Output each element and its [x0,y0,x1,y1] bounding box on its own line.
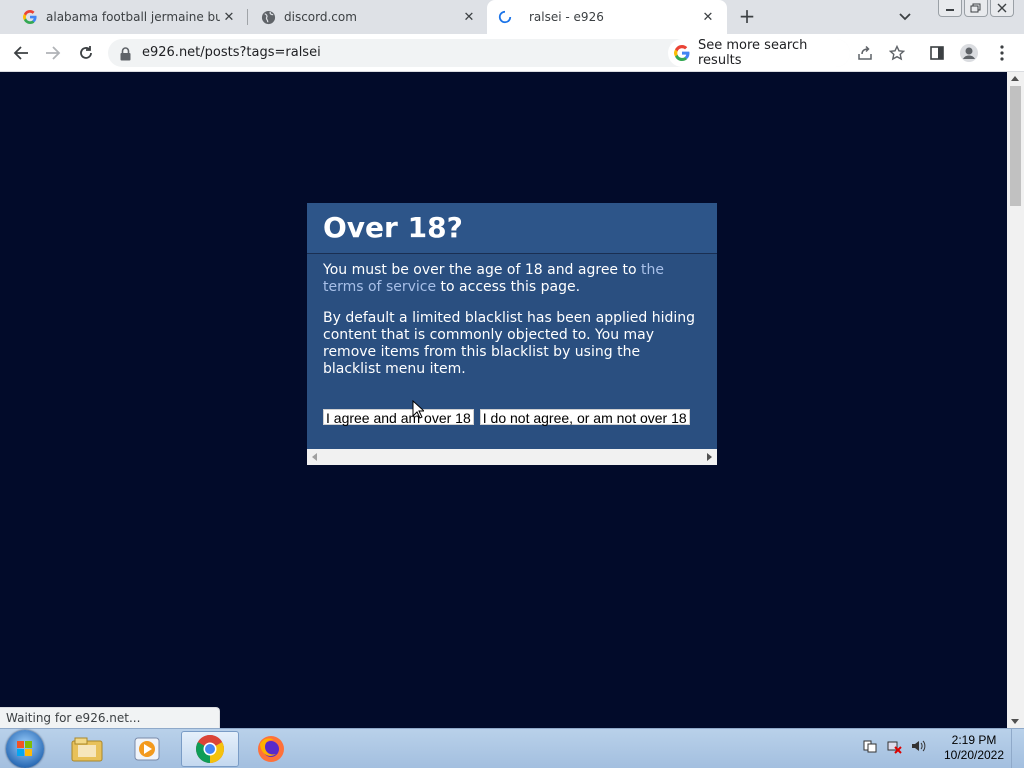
close-window-button[interactable] [990,0,1014,17]
tab-strip: alabama football jermaine burto ✕ discor… [0,0,1024,34]
vertical-scrollbar[interactable] [1007,72,1024,728]
agree-over-18-button[interactable]: I agree and am over 18 [323,409,474,426]
network-error-icon[interactable] [886,738,902,758]
dialog-body: You must be over the age of 18 and agree… [307,254,717,378]
chrome-icon[interactable] [181,731,239,767]
browser-toolbar: e926.net/posts?tags=ralsei See more sear… [0,34,1024,72]
tab-title: ralsei - e926 [529,10,604,24]
window-controls [938,0,1014,17]
browser-menu-icon[interactable] [991,42,1013,64]
tab-search-chevron-icon[interactable] [896,8,914,26]
scroll-up-arrow-icon[interactable] [1011,76,1019,81]
tab-title: discord.com [284,10,357,24]
scroll-down-arrow-icon[interactable] [1011,719,1019,724]
disagree-button[interactable]: I do not agree, or am not over 18 [479,409,690,426]
media-player-icon[interactable] [118,731,176,767]
new-tab-button[interactable]: + [736,6,758,28]
scrollbar-thumb[interactable] [1010,86,1021,206]
age-verification-dialog: Over 18? You must be over the age of 18 … [307,203,717,465]
blacklist-paragraph: By default a limited blacklist has been … [323,310,696,377]
google-icon [674,45,690,61]
see-more-search-results-chip[interactable]: See more search results [668,38,850,68]
terms-text-after: to access this page. [436,279,581,295]
dialog-title: Over 18? [307,203,717,254]
forward-arrow-icon[interactable] [42,42,64,64]
close-tab-icon[interactable]: ✕ [699,8,717,26]
profile-avatar-icon[interactable] [958,42,980,64]
bookmark-star-icon[interactable] [888,44,907,63]
restore-button[interactable] [964,0,988,17]
side-panel-icon[interactable] [926,42,948,64]
taskbar-clock[interactable]: 2:19 PM 10/20/2022 [938,733,1010,763]
back-arrow-icon[interactable] [10,42,32,64]
address-bar[interactable]: e926.net/posts?tags=ralsei See more sear… [108,38,906,68]
start-button[interactable] [6,730,44,768]
tab-e926[interactable]: ralsei - e926 ✕ [487,0,727,34]
clock-time: 2:19 PM [951,733,997,747]
system-tray [862,738,926,758]
loading-status-bubble: Waiting for e926.net... [0,707,220,728]
firefox-icon[interactable] [242,731,300,767]
stop-loading-icon[interactable] [75,42,97,64]
minimize-button[interactable] [938,0,962,17]
tab-discord[interactable]: discord.com ✕ [238,0,488,34]
mouse-cursor-icon [412,399,426,423]
windows-explorer-icon[interactable] [58,731,116,767]
globe-icon [260,9,276,25]
terms-text-before: You must be over the age of 18 and agree… [323,262,641,278]
close-tab-icon[interactable]: ✕ [220,8,238,26]
volume-icon[interactable] [910,738,926,758]
windows-taskbar: 2:19 PM 10/20/2022 [0,728,1024,768]
scroll-left-arrow-icon[interactable] [312,453,317,461]
scroll-right-arrow-icon[interactable] [707,453,712,461]
tab-title: alabama football jermaine burto [46,10,220,24]
clock-date: 10/20/2022 [943,748,1005,762]
dialog-buttons: I agree and am over 18 I do not agree, o… [323,409,690,426]
loading-spinner-icon [497,9,513,25]
close-tab-icon[interactable]: ✕ [460,8,478,26]
horizontal-scrollbar[interactable] [307,449,717,465]
google-icon [22,9,38,25]
share-icon[interactable] [857,45,875,63]
url-text[interactable]: e926.net/posts?tags=ralsei [142,45,321,60]
see-more-label: See more search results [698,38,808,68]
show-desktop-button[interactable] [1011,729,1024,768]
terms-paragraph: You must be over the age of 18 and agree… [323,262,701,296]
action-center-icon[interactable] [862,738,878,758]
tab-google-search[interactable]: alabama football jermaine burto ✕ [0,0,248,34]
lock-icon[interactable] [120,46,131,65]
